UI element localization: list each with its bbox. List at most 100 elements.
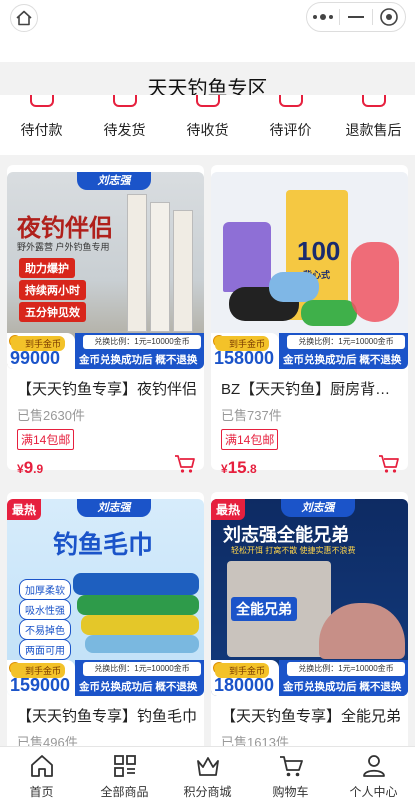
product-card[interactable]: 100 背心式 到手金币 158000 兑换比例：1元=10000金币 金币兑换… [211,165,408,470]
towel-stack [77,595,199,615]
tab-label: 积分商城 [183,785,232,799]
order-status-label: 待收货 [186,122,229,138]
product-card[interactable]: 刘志强 夜钓伴侣 野外露营 户外钓鱼专用 助力爆护 持续两小时 五分钟见效 到手… [7,165,204,470]
tab-label: 个人中心 [349,785,398,799]
product-bag [351,242,399,322]
image-feature: 吸水性强 [19,599,71,620]
home-icon [29,753,55,784]
coin-amount: 99000 [10,348,61,368]
order-status-label: 待评价 [269,122,312,138]
more-icon[interactable] [307,3,339,31]
exchange-note: 金币兑换成功后 概不退换 [79,681,198,693]
brand-tag: 刘志强 [77,499,151,517]
price: ¥9.9 [17,458,44,477]
image-headline: 100 [297,236,341,266]
price: ¥15.8 [221,458,257,477]
grid-icon [112,753,138,784]
refund-icon [362,95,386,107]
coin-bar: 到手金币 159000 兑换比例：1元=10000金币 金币兑换成功后 概不退换 [7,660,204,696]
tab-label: 首页 [29,785,54,799]
product-title[interactable]: BZ【天天钓鱼】厨房背心式垃圾袋 [221,378,401,399]
shipping-badge: 满14包邮 [17,429,75,450]
image-feature: 两面可用 [19,639,71,660]
product-title[interactable]: 【天天钓鱼专享】钓鱼毛巾 [17,705,197,726]
shipping-badge: 满14包邮 [221,429,279,450]
product-image[interactable]: 最热 刘志强 刘志强全能兄弟 轻松开饵 打窝不散 使捷实惠不浪费 全能兄弟 到手… [211,499,408,696]
close-icon[interactable] [373,3,405,31]
product-title[interactable]: 【天天钓鱼专享】全能兄弟 [221,705,401,726]
product-stick [150,202,170,332]
brand-tag: 刘志强 [281,499,355,517]
review-icon [279,95,303,107]
order-pending-review[interactable]: 待评价 [249,95,332,155]
tab-home[interactable]: 首页 [0,747,83,800]
coin-bar: 到手金币 99000 兑换比例：1元=10000金币 金币兑换成功后 概不退换 [7,333,204,369]
user-icon [361,753,387,784]
tab-bar: 首页 全部商品 积分商城 购物车 个人中心 [0,746,415,800]
image-headline: 夜钓伴侣 [17,215,113,242]
image-feature: 不易掉色 [19,619,71,640]
add-to-cart-icon[interactable] [174,454,196,479]
order-status-label: 待付款 [20,122,63,138]
exchange-note: 金币兑换成功后 概不退换 [283,681,402,693]
product-stick [127,194,147,332]
image-feature: 助力爆护 [19,258,75,278]
sold-count: 已售737件 [221,408,282,423]
order-pending-payment[interactable]: 待付款 [0,95,83,155]
hot-badge: 最热 [7,499,42,520]
wallet-icon [30,95,54,107]
home-icon[interactable] [10,4,38,32]
exchange-ratio: 兑换比例：1元=10000金币 [83,662,201,676]
coin-amount: 158000 [214,348,275,368]
image-feature: 持续两小时 [19,280,86,300]
product-roll [269,272,319,302]
towel-stack [81,615,199,635]
tab-points-mall[interactable]: 积分商城 [166,747,249,800]
product-roll [301,300,357,326]
sold-count: 已售2630件 [17,408,85,423]
tab-label: 全部商品 [100,785,149,799]
product-bag-label: 全能兄弟 [231,597,297,621]
tab-profile[interactable]: 个人中心 [332,747,415,800]
towel-stack [73,573,199,595]
order-pending-shipment[interactable]: 待发货 [83,95,166,155]
product-image[interactable]: 刘志强 夜钓伴侣 野外露营 户外钓鱼专用 助力爆护 持续两小时 五分钟见效 到手… [7,172,204,369]
tab-cart[interactable]: 购物车 [249,747,332,800]
image-feature: 五分钟见效 [19,302,86,322]
exchange-ratio: 兑换比例：1元=10000金币 [287,335,405,349]
product-image[interactable]: 最热 刘志强 钓鱼毛巾 加厚柔软 吸水性强 不易掉色 两面可用 到手金币 159… [7,499,204,696]
product-title[interactable]: 【天天钓鱼专享】夜钓伴侣 [17,378,197,399]
image-headline: 刘志强全能兄弟 [223,525,349,545]
bait-pile [319,603,405,659]
mini-program-capsule [306,2,406,32]
exchange-ratio: 兑换比例：1元=10000金币 [83,335,201,349]
coin-bar: 到手金币 180000 兑换比例：1元=10000金币 金币兑换成功后 概不退换 [211,660,408,696]
box-icon [113,95,137,107]
exchange-note: 金币兑换成功后 概不退换 [283,354,402,366]
coin-amount: 159000 [10,675,71,695]
product-bag [223,222,271,292]
order-status-label: 退款售后 [345,122,402,138]
hot-badge: 最热 [211,499,246,520]
order-pending-receipt[interactable]: 待收货 [166,95,249,155]
cart-icon [278,753,304,784]
tab-all-products[interactable]: 全部商品 [83,747,166,800]
minimize-icon[interactable] [340,3,372,31]
product-image[interactable]: 100 背心式 到手金币 158000 兑换比例：1元=10000金币 金币兑换… [211,172,408,369]
image-subline: 轻松开饵 打窝不散 使捷实惠不浪费 [231,546,356,555]
image-feature: 加厚柔软 [19,579,71,600]
tab-label: 购物车 [272,785,309,799]
top-bar: 天天钓鱼专区 [0,0,415,100]
product-stick [173,210,193,332]
image-subline: 野外露营 户外钓鱼专用 [17,242,110,252]
order-status-bar: 待付款 待发货 待收货 待评价 退款售后 [0,95,415,155]
add-to-cart-icon[interactable] [378,454,400,479]
order-refund-after-sale[interactable]: 退款售后 [332,95,415,155]
crown-icon [195,753,221,784]
truck-icon [196,95,220,107]
coin-bar: 到手金币 158000 兑换比例：1元=10000金币 金币兑换成功后 概不退换 [211,333,408,369]
exchange-ratio: 兑换比例：1元=10000金币 [287,662,405,676]
brand-tag: 刘志强 [77,172,151,190]
towel-stack [85,635,199,653]
coin-amount: 180000 [214,675,275,695]
